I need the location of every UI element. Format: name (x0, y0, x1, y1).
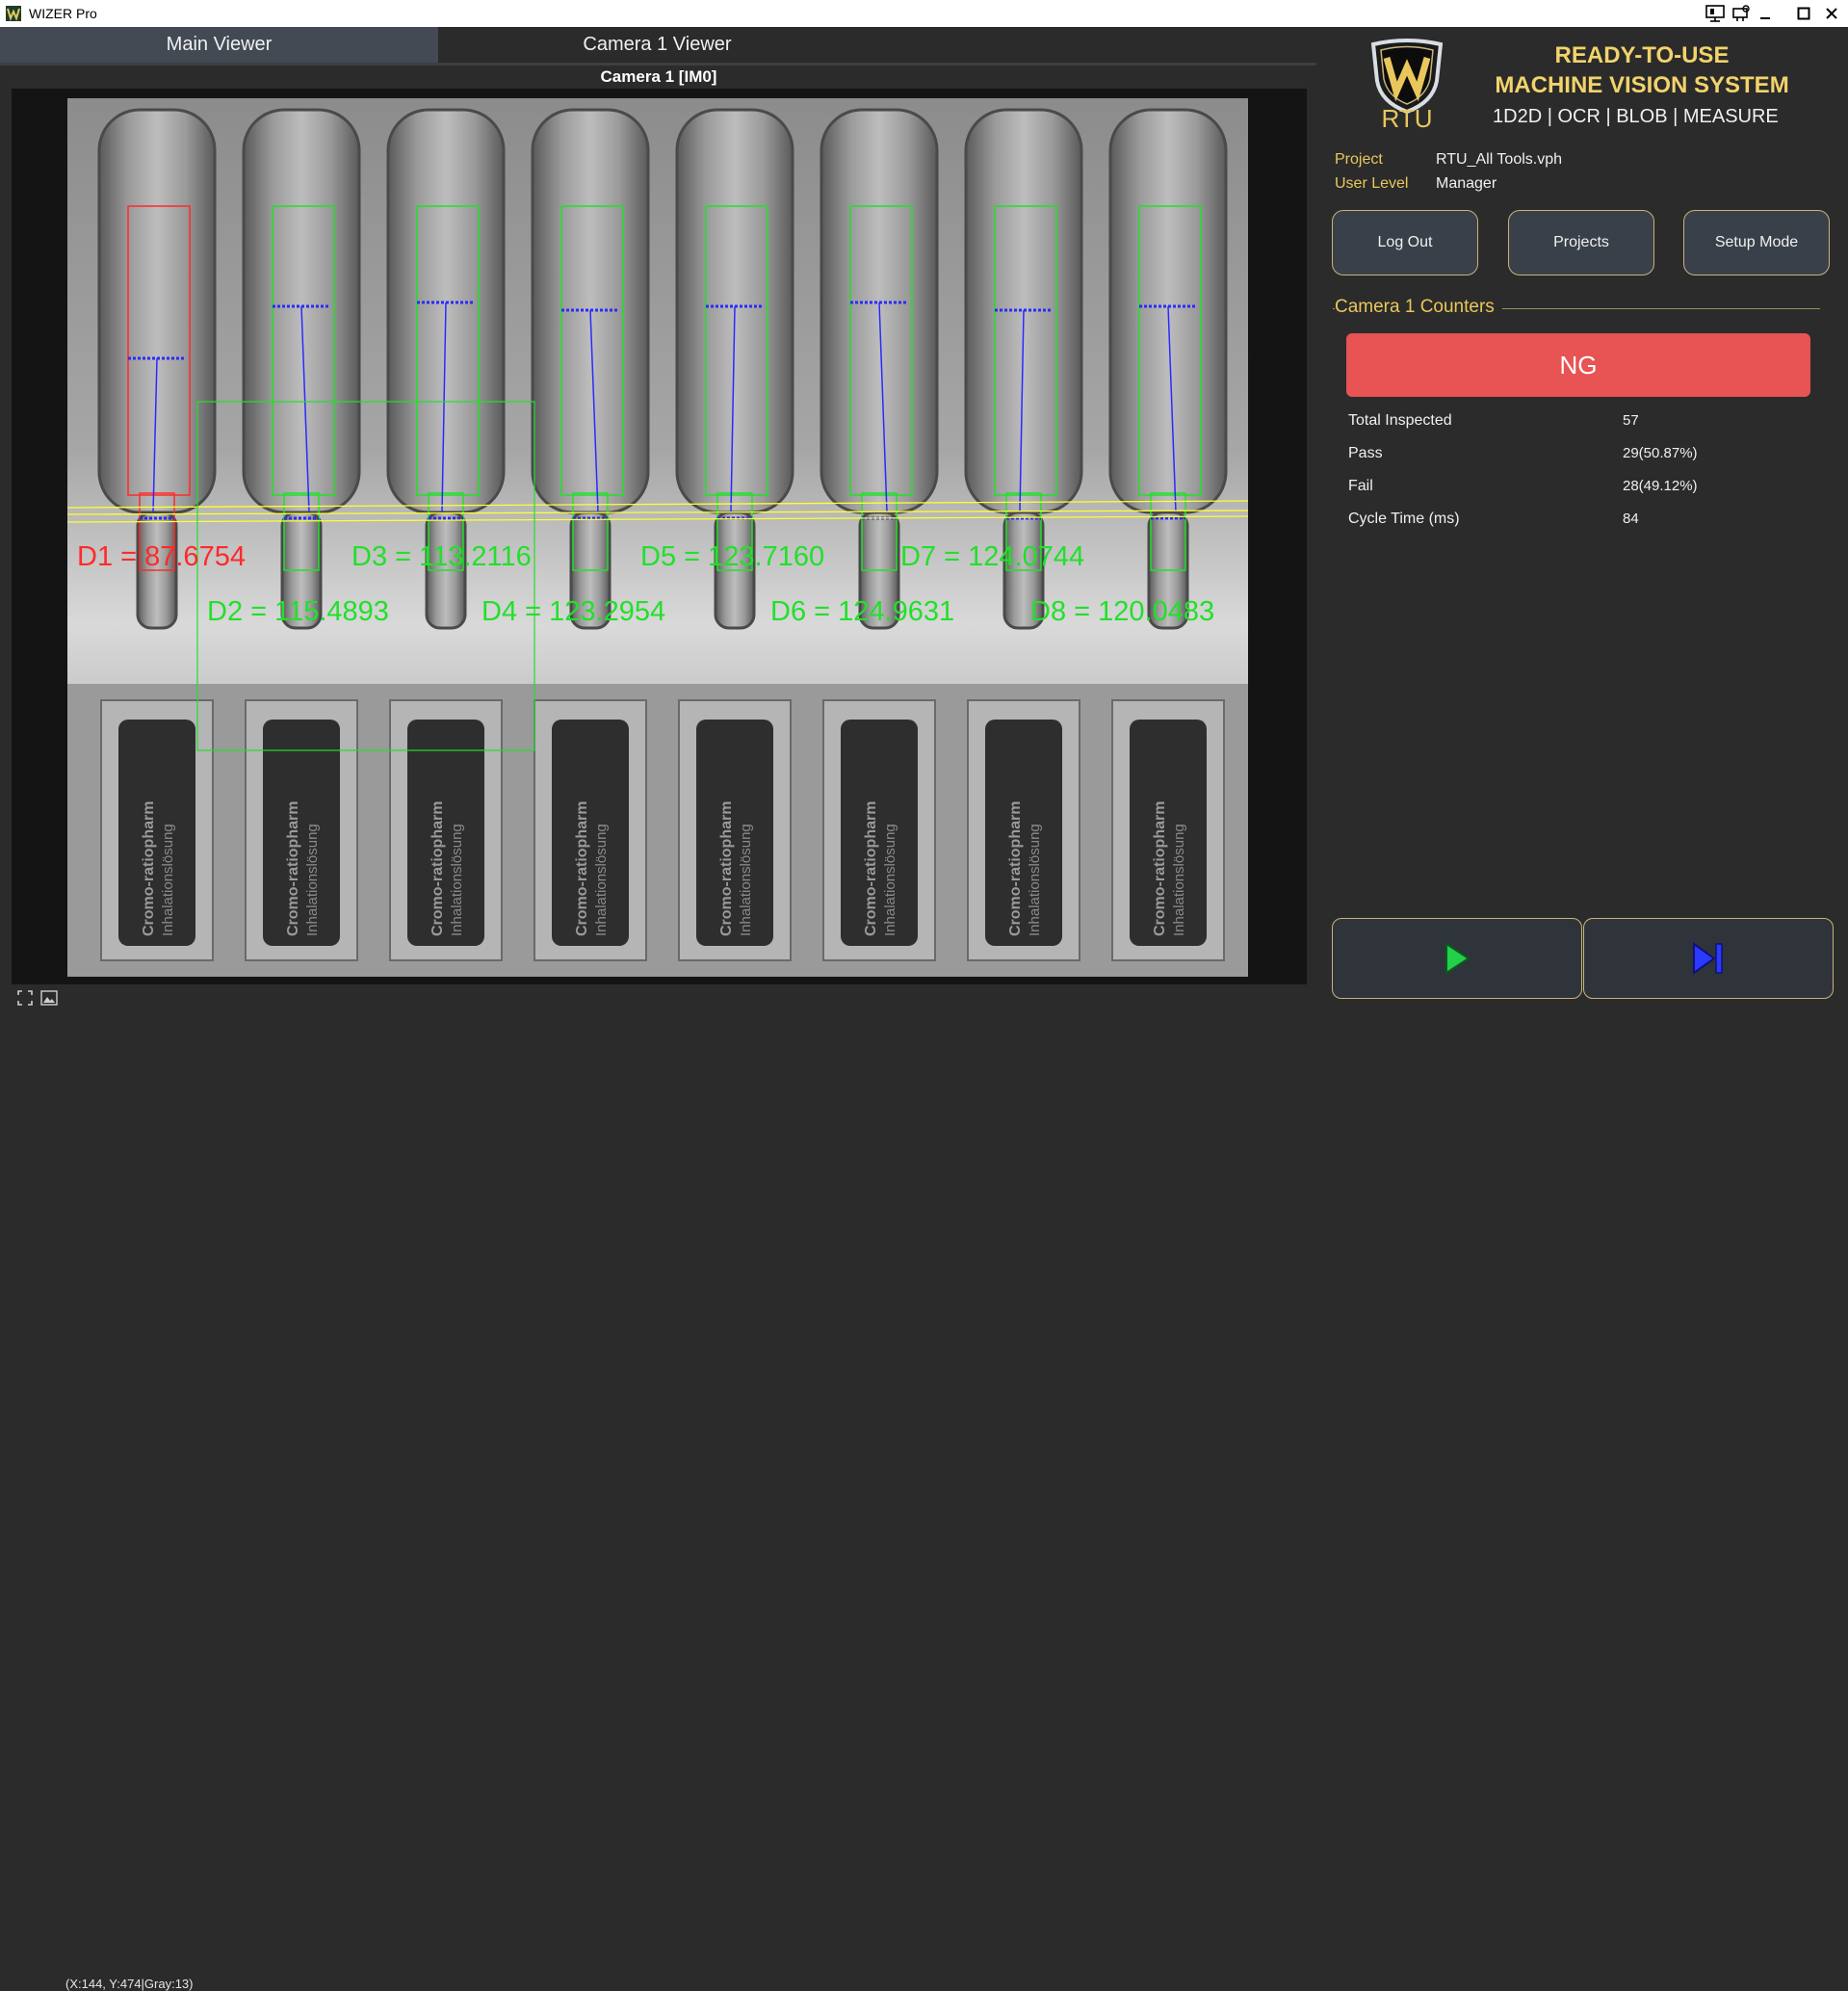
vial-label-7 (985, 720, 1062, 946)
step-button[interactable] (1583, 918, 1834, 999)
measurement-label-6: D6 = 124.9631 (770, 596, 954, 627)
vial-label-subtext-3: Inhalationslösung (449, 824, 465, 936)
vial-label-8 (1130, 720, 1207, 946)
vial-label-6 (841, 720, 918, 946)
counter-value-cycle-time: 84 (1623, 511, 1639, 527)
vial-label-subtext-1: Inhalationslösung (160, 824, 176, 936)
cursor-coordinates: (X:144, Y:474|Gray:13) (65, 1977, 194, 1991)
tab-camera-1-viewer[interactable]: Camera 1 Viewer (438, 27, 876, 63)
setup-mode-button[interactable]: Setup Mode (1683, 210, 1830, 275)
user-level-label: User Level (1335, 175, 1409, 192)
projects-button[interactable]: Projects (1508, 210, 1654, 275)
vial-label-text-8: Cromo-ratiopharm (1152, 801, 1168, 936)
vial-label-text-2: Cromo-ratiopharm (285, 801, 301, 936)
monitor-icon[interactable] (1703, 2, 1728, 25)
vial-label-text-1: Cromo-ratiopharm (141, 801, 157, 936)
device-settings-icon[interactable] (1729, 2, 1754, 25)
brand-title-line2: MACHINE VISION SYSTEM (1495, 72, 1789, 98)
counter-label-total: Total Inspected (1348, 412, 1452, 429)
vial-label-subtext-8: Inhalationslösung (1171, 824, 1187, 936)
vial-label-subtext-6: Inhalationslösung (882, 824, 898, 936)
vial-label-3 (407, 720, 484, 946)
vial-label-text-5: Cromo-ratiopharm (718, 801, 735, 936)
logo-text: RTU (1382, 104, 1433, 130)
user-level-value: Manager (1436, 175, 1497, 192)
viewer-caption: Camera 1 [IM0] (600, 67, 717, 86)
counter-label-cycle-time: Cycle Time (ms) (1348, 511, 1460, 527)
fit-view-icon[interactable] (17, 990, 33, 1006)
brand-tools: 1D2D | OCR | BLOB | MEASURE (1493, 106, 1779, 127)
measurement-label-2: D2 = 115.4893 (207, 596, 389, 627)
rtu-logo: RTU (1370, 39, 1444, 130)
vial-label-5 (696, 720, 773, 946)
maximize-icon[interactable] (1791, 2, 1816, 25)
close-icon[interactable] (1819, 2, 1844, 25)
project-value: RTU_All Tools.vph (1436, 151, 1563, 168)
inspection-overlay: Cromo-ratiopharm Inhalationslösung Cromo-r… (67, 98, 1248, 977)
viewer-tabs: Main Viewer Camera 1 Viewer (0, 27, 1316, 65)
counters-title: Camera 1 Counters (1335, 297, 1502, 318)
play-icon (1445, 942, 1471, 975)
app-icon (6, 6, 21, 21)
window-title: WIZER Pro (29, 6, 97, 21)
brand-title-line1: READY-TO-USE (1554, 42, 1730, 68)
vial-label-subtext-5: Inhalationslösung (738, 824, 754, 936)
vial-label-text-3: Cromo-ratiopharm (429, 801, 446, 936)
log-out-button[interactable]: Log Out (1332, 210, 1478, 275)
counter-value-fail: 28(49.12%) (1623, 478, 1698, 494)
vial-label-4 (552, 720, 629, 946)
measurement-label-7: D7 = 124.0744 (900, 541, 1084, 572)
vial-label-text-4: Cromo-ratiopharm (574, 801, 590, 936)
vial-label-subtext-7: Inhalationslösung (1027, 824, 1043, 936)
measurement-label-5: D5 = 123.7160 (640, 541, 824, 572)
vial-label-subtext-4: Inhalationslösung (593, 824, 610, 936)
title-bar: WIZER Pro (0, 0, 1848, 27)
vial-label-text-7: Cromo-ratiopharm (1007, 801, 1024, 936)
camera-image[interactable]: Cromo-ratiopharm Inhalationslösung Cromo-r… (67, 98, 1248, 977)
project-label: Project (1335, 151, 1383, 168)
vial-label-text-6: Cromo-ratiopharm (863, 801, 879, 936)
vial-label-2 (263, 720, 340, 946)
step-forward-icon (1693, 942, 1723, 975)
counter-label-pass: Pass (1348, 445, 1383, 461)
counter-value-pass: 29(50.87%) (1623, 445, 1698, 461)
run-button[interactable] (1332, 918, 1582, 999)
vial-label-1 (118, 720, 195, 946)
counter-label-fail: Fail (1348, 478, 1373, 494)
minimize-icon[interactable] (1753, 2, 1778, 25)
measurement-label-8: D8 = 120.0483 (1030, 596, 1214, 627)
measurement-label-3: D3 = 113.2116 (351, 541, 532, 572)
tab-main-viewer[interactable]: Main Viewer (0, 27, 438, 63)
measurement-label-1: D1 = 87.6754 (77, 541, 246, 572)
image-icon[interactable] (40, 990, 58, 1006)
inspection-status-badge: NG (1346, 333, 1810, 397)
vial-label-subtext-2: Inhalationslösung (304, 824, 321, 936)
counter-value-total: 57 (1623, 412, 1639, 429)
measurement-label-4: D4 = 123.2954 (482, 596, 665, 627)
